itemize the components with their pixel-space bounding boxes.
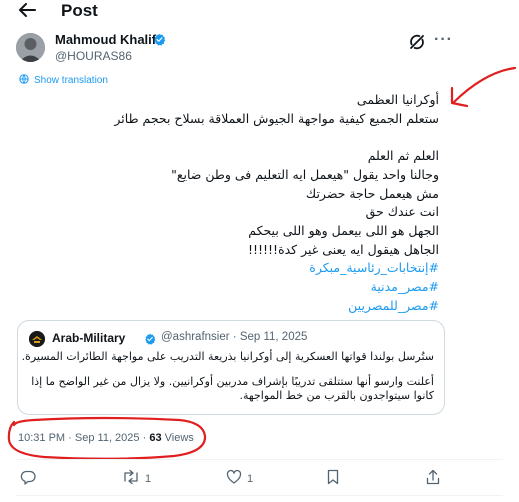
tweet-line: وجالنا واحد يقول "هيعمل ايه التعليم فى و… (171, 166, 439, 182)
tweet-line: مش هيعمل حاجة حضرتك (305, 185, 439, 201)
quote-line: كانوا سيتواجدون بالقرب من خط المواجهة. (239, 389, 434, 402)
more-options-icon[interactable]: ··· (434, 31, 453, 49)
tweet-line: أوكرانيا العظمى (356, 92, 439, 107)
like-button[interactable]: 1 (226, 469, 253, 488)
tweet-text: أوكرانيا العظمى ستعلم الجميع كيفية مواجه… (19, 91, 439, 315)
back-arrow-icon[interactable] (16, 0, 40, 22)
grok-icon[interactable] (408, 33, 426, 51)
annotation-circle (4, 416, 210, 465)
bookmark-button[interactable] (326, 469, 340, 488)
verified-badge-icon (144, 332, 156, 350)
verified-badge-icon (153, 33, 166, 51)
quote-blank-line (26, 365, 434, 375)
heart-icon (226, 469, 242, 488)
share-icon (425, 469, 441, 488)
tweet-line: ستعلم الجميع كيفية مواجهة الجيوش العملاق… (114, 110, 439, 126)
tweet-line: الجاهل هيقول ايه يعنى غير كدة!!!!!! (248, 241, 439, 257)
meta-separator: · (232, 331, 237, 343)
like-count: 1 (247, 472, 254, 485)
reply-button[interactable] (20, 469, 36, 488)
share-button[interactable] (425, 469, 441, 488)
quote-date[interactable]: Sep 11, 2025 (240, 331, 308, 343)
show-translation-label: Show translation (34, 75, 108, 86)
hashtag-link[interactable]: #مصر_للمصريين (19, 297, 439, 316)
top-bar: Post (0, 0, 519, 24)
divider (16, 459, 503, 460)
quote-avatar[interactable] (29, 331, 45, 347)
hashtag-link[interactable]: #إنتخابات_رئاسية_مبكرة (19, 259, 439, 278)
action-bar: 1 1 (0, 462, 519, 492)
quote-author-name[interactable]: Arab-Military (52, 331, 125, 345)
reply-icon (20, 469, 36, 488)
hashtag-link[interactable]: #مصر_مدنية (19, 278, 439, 297)
quoted-post[interactable]: Arab-Military @ashrafnsier · Sep 11, 202… (17, 320, 445, 415)
quote-line: ستُرسل بولندا قواتها العسكرية إلى أوكران… (21, 350, 434, 363)
tweet-line: الجهل هو اللى بيعمل وهو اللى بيحكم (248, 222, 439, 238)
page-title: Post (61, 1, 98, 20)
repost-button[interactable]: 1 (122, 469, 151, 488)
divider (16, 495, 503, 496)
repost-count: 1 (145, 472, 152, 485)
bookmark-icon (326, 469, 340, 488)
quote-line: أعلنت وارسو أنها ستتلقى تدريبًا بإشراف م… (31, 374, 434, 388)
translate-icon (19, 74, 29, 87)
annotation-arrow (440, 66, 518, 121)
author-name[interactable]: Mahmoud Khalifa (55, 32, 163, 47)
quote-text: ستُرسل بولندا قواتها العسكرية إلى أوكران… (21, 350, 434, 404)
avatar[interactable] (16, 33, 45, 62)
show-translation-link[interactable]: Show translation (19, 74, 108, 87)
tweet-line: العلم ثم العلم (367, 148, 439, 164)
tweet-line: انت عندك حق (365, 204, 439, 220)
repost-icon (122, 469, 140, 488)
quote-author-handle[interactable]: @ashrafnsier (161, 331, 230, 343)
author-handle[interactable]: @HOURAS86 (55, 49, 132, 63)
quote-meta: @ashrafnsier · Sep 11, 2025 (161, 331, 307, 343)
